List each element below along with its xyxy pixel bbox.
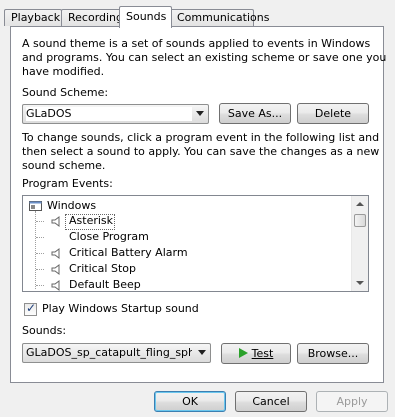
checkmark-icon: ✓ [26,301,37,315]
sounds-label: Sounds: [22,324,67,337]
tab-playback-label: Playback [11,11,61,24]
intro-line-2: and programs. You can select an existing… [22,51,387,64]
scroll-down-icon[interactable] [356,281,364,285]
speaker-icon [51,280,60,291]
event-item-critical-stop[interactable]: Critical Stop [69,261,136,277]
tab-playback[interactable]: Playback [4,9,62,26]
change-line-3: sound scheme. [22,159,106,172]
apply-button[interactable]: Apply [316,391,388,412]
event-item-asterisk[interactable]: Asterisk [69,213,113,229]
tree-branch [36,269,44,270]
tree-branch [36,221,44,222]
intro-line-1: A sound theme is a set of sounds applied… [22,37,371,50]
test-button[interactable]: Test [221,343,291,364]
play-icon [238,348,248,358]
program-events-list[interactable]: Windows Asterisk Close Program Critical … [22,195,369,292]
tree-branch [36,285,44,286]
event-item-default-beep[interactable]: Default Beep [69,277,141,291]
test-button-label: Test [251,347,274,360]
tree-branch [36,253,44,254]
startup-sound-label[interactable]: Play Windows Startup sound [42,302,199,316]
save-as-button[interactable]: Save As... [219,103,291,124]
scroll-up-icon[interactable] [356,202,364,206]
tab-sounds[interactable]: Sounds [119,6,172,28]
chevron-down-icon [198,350,206,355]
change-line-2: then select a sound to apply. You can sa… [22,145,380,158]
intro-line-3: have modified. [22,65,105,78]
ok-button[interactable]: OK [154,391,226,412]
tree-branch [36,237,44,238]
events-scrollbar[interactable] [351,196,368,291]
scroll-thumb[interactable] [354,214,366,227]
sound-scheme-value: GLaDOS [26,107,192,121]
tree-group-label: Windows [47,199,97,212]
chevron-down-icon [196,111,204,116]
event-item-close-program[interactable]: Close Program [69,229,149,245]
window-icon [29,201,42,211]
speaker-icon [51,216,60,227]
tab-recording[interactable]: Recording [61,9,124,26]
sound-scheme-label: Sound Scheme: [22,86,109,99]
sounds-value: GLaDOS_sp_catapult_fling_sphe [26,346,192,359]
speaker-icon [51,264,60,275]
sounds-select[interactable]: GLaDOS_sp_catapult_fling_sphe [22,343,211,363]
sound-scheme-select[interactable]: GLaDOS [22,104,209,124]
tab-recording-label: Recording [68,11,124,24]
delete-button[interactable]: Delete [297,103,369,124]
startup-sound-checkbox[interactable]: ✓ [24,301,37,316]
program-events-label: Program Events: [22,177,113,190]
speaker-icon [51,248,60,259]
event-item-critical-battery-alarm[interactable]: Critical Battery Alarm [69,245,188,261]
cancel-button[interactable]: Cancel [235,391,307,412]
tab-sounds-label: Sounds [126,10,167,23]
browse-button[interactable]: Browse... [297,343,369,364]
change-line-1: To change sounds, click a program event … [22,131,380,144]
tab-communications[interactable]: Communications [170,9,269,26]
tree-connector [35,211,36,289]
tab-communications-label: Communications [177,11,270,24]
